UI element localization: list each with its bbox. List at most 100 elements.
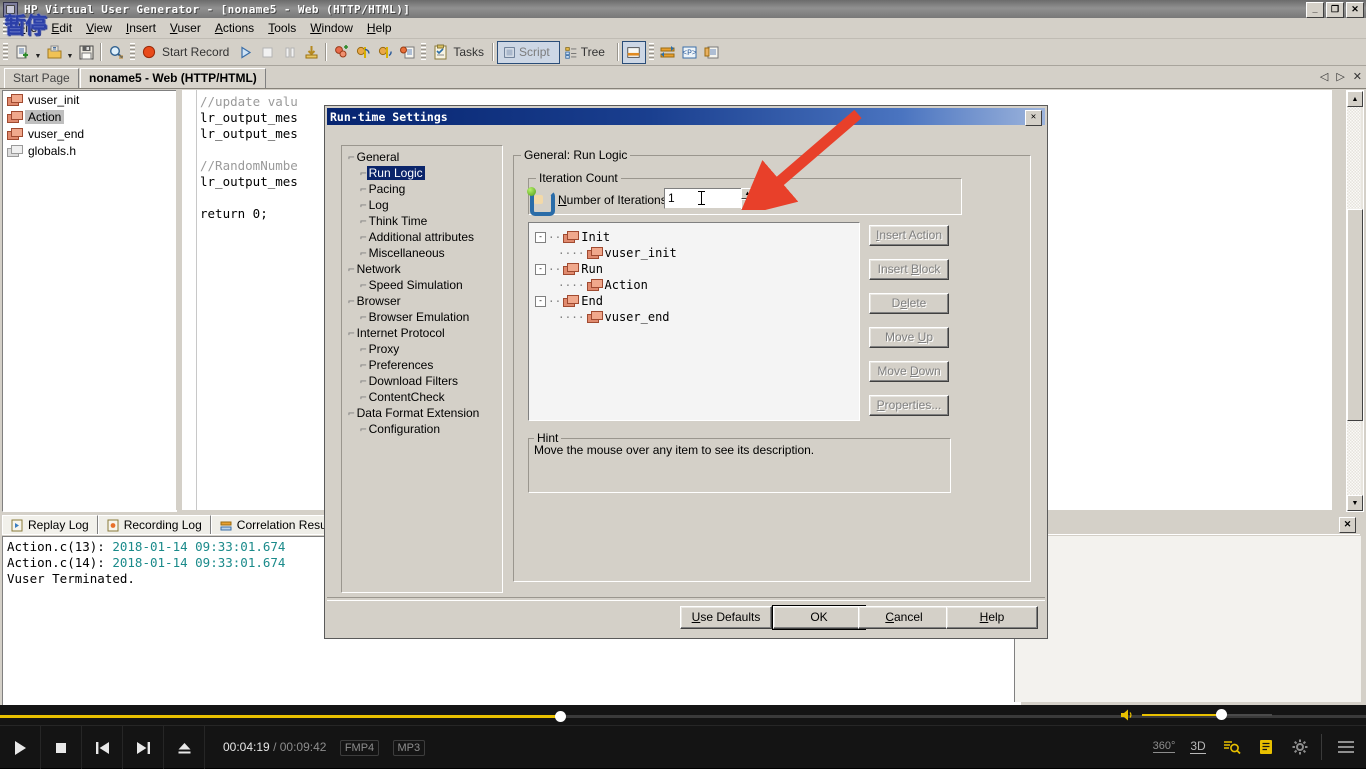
settings-button[interactable] xyxy=(1283,725,1317,768)
delete-button[interactable]: Delete xyxy=(869,293,949,314)
pause-icon[interactable] xyxy=(278,42,300,63)
seek-handle[interactable] xyxy=(555,711,567,722)
tree-view-button[interactable]: Tree xyxy=(560,42,614,63)
tasks-label[interactable]: Tasks xyxy=(451,45,489,59)
run-icon[interactable] xyxy=(234,42,256,63)
nav-item-browser-emulation[interactable]: ⌐ Browser Emulation xyxy=(346,309,502,325)
nav-item-speed-simulation[interactable]: ⌐ Speed Simulation xyxy=(346,277,502,293)
log-panel-close-button[interactable]: ✕ xyxy=(1339,517,1356,533)
new-script-dropdown-icon[interactable]: ▼ xyxy=(33,39,43,66)
snapshot-icon[interactable] xyxy=(374,42,396,63)
spinner-up-icon[interactable]: ▲ xyxy=(741,188,754,199)
run-logic-row-action[interactable]: ···· Action xyxy=(535,277,859,293)
stop-button[interactable] xyxy=(41,726,82,769)
dialog-close-button[interactable]: ✕ xyxy=(1025,110,1042,126)
menu-vuser[interactable]: Vuser xyxy=(163,19,208,37)
use-defaults-button[interactable]: Use Defaults xyxy=(680,606,772,629)
expander-icon[interactable]: - xyxy=(535,231,546,243)
log-tab-correlation[interactable]: Correlation Resu xyxy=(210,515,336,534)
pane-splitter[interactable] xyxy=(176,90,181,510)
menu-help[interactable]: Help xyxy=(360,19,399,37)
explorer-item-vuser-end[interactable]: vuser_end xyxy=(3,125,176,142)
scrollbar-thumb[interactable] xyxy=(1347,209,1363,421)
previous-button[interactable] xyxy=(82,726,123,769)
insert-block-button[interactable]: Insert Block xyxy=(869,259,949,280)
menu-insert[interactable]: Insert xyxy=(119,19,163,37)
log-tab-replay[interactable]: Replay Log xyxy=(2,515,98,534)
run-logic-row-init[interactable]: - ·· Init xyxy=(535,229,859,245)
nav-item-general[interactable]: ⌐ General xyxy=(346,149,502,165)
minimize-button[interactable]: _ xyxy=(1306,2,1324,18)
editor-vertical-scrollbar[interactable]: ▲ ▼ xyxy=(1346,90,1364,512)
expander-icon[interactable]: - xyxy=(535,263,546,275)
next-button[interactable] xyxy=(123,726,164,769)
snapshot-button[interactable] xyxy=(1215,725,1249,768)
toolbar-grip-3[interactable] xyxy=(421,43,427,61)
cancel-button[interactable]: Cancel xyxy=(858,606,950,629)
properties-button[interactable]: Properties... xyxy=(869,395,949,416)
nav-item-network[interactable]: ⌐ Network xyxy=(346,261,502,277)
nav-item-configuration[interactable]: ⌐ Configuration xyxy=(346,421,502,437)
toolbar-grip-2[interactable] xyxy=(130,43,135,61)
nav-item-think-time[interactable]: ⌐ Think Time xyxy=(346,213,502,229)
scroll-up-arrow-icon[interactable]: ▲ xyxy=(1347,91,1363,107)
volume-handle[interactable] xyxy=(1216,709,1227,720)
scroll-down-arrow-icon[interactable]: ▼ xyxy=(1347,495,1363,511)
nav-item-proxy[interactable]: ⌐ Proxy xyxy=(346,341,502,357)
runtime-settings-icon[interactable] xyxy=(330,42,352,63)
parameter-list-icon[interactable] xyxy=(352,42,374,63)
log-tab-recording[interactable]: Recording Log xyxy=(97,515,211,534)
move-down-button[interactable]: Move Down xyxy=(869,361,949,382)
record-indicator-icon[interactable] xyxy=(138,42,160,63)
explorer-item-vuser-init[interactable]: vuser_init xyxy=(3,91,176,108)
stop-icon[interactable] xyxy=(256,42,278,63)
run-logic-row-vuser-init[interactable]: ···· vuser_init xyxy=(535,245,859,261)
nav-item-additional-attributes[interactable]: ⌐ Additional attributes xyxy=(346,229,502,245)
3d-button[interactable]: 3D xyxy=(1181,725,1215,768)
doc-tab-prev-icon[interactable]: ◁ xyxy=(1320,70,1328,83)
nav-item-data-format-extension[interactable]: ⌐ Data Format Extension xyxy=(346,405,502,421)
volume-control[interactable] xyxy=(1120,705,1280,725)
move-up-button[interactable]: Move Up xyxy=(869,327,949,348)
save-icon[interactable] xyxy=(75,42,97,63)
tasks-icon[interactable] xyxy=(429,42,451,63)
nav-item-internet-protocol[interactable]: ⌐ Internet Protocol xyxy=(346,325,502,341)
nav-item-pacing[interactable]: ⌐ Pacing xyxy=(346,181,502,197)
nav-item-contentcheck[interactable]: ⌐ ContentCheck xyxy=(346,389,502,405)
toggle-log-panel-icon[interactable] xyxy=(621,40,646,64)
toolbar-grip-4[interactable] xyxy=(648,43,654,61)
help-button[interactable]: Help xyxy=(946,606,1038,629)
number-of-iterations-input-wrap[interactable]: 1 xyxy=(664,188,751,209)
explorer-item-globals-h[interactable]: globals.h xyxy=(3,142,176,159)
compare-icon[interactable] xyxy=(657,42,679,63)
menu-edit[interactable]: Edit xyxy=(44,19,79,37)
menu-window[interactable]: Window xyxy=(303,19,360,37)
nav-item-download-filters[interactable]: ⌐ Download Filters xyxy=(346,373,502,389)
correlation-icon[interactable] xyxy=(396,42,418,63)
insert-action-button[interactable]: Insert Action xyxy=(869,225,949,246)
search-icon[interactable] xyxy=(105,42,127,63)
play-button[interactable] xyxy=(0,726,41,769)
doc-tab-close-icon[interactable]: ✕ xyxy=(1353,70,1362,83)
open-script-dropdown-icon[interactable]: ▼ xyxy=(65,39,75,66)
nav-item-browser[interactable]: ⌐ Browser xyxy=(346,293,502,309)
nav-item-preferences[interactable]: ⌐ Preferences xyxy=(346,357,502,373)
nav-item-miscellaneous[interactable]: ⌐ Miscellaneous xyxy=(346,245,502,261)
explorer-item-action[interactable]: Action xyxy=(3,108,176,125)
360-button[interactable]: 360° xyxy=(1147,725,1181,768)
volume-icon[interactable] xyxy=(1120,708,1138,722)
nav-item-run-logic[interactable]: ⌐ Run Logic xyxy=(346,165,502,181)
run-logic-row-end[interactable]: - ·· End xyxy=(535,293,859,309)
run-logic-row-vuser-end[interactable]: ···· vuser_end xyxy=(535,309,859,325)
doc-tab-noname5[interactable]: noname5 - Web (HTTP/HTML) xyxy=(80,68,266,88)
spinner-down-icon[interactable]: ▼ xyxy=(741,199,754,210)
start-record-label[interactable]: Start Record xyxy=(160,45,234,59)
ok-button[interactable]: OK xyxy=(772,605,866,630)
compile-icon[interactable] xyxy=(300,42,322,63)
restore-button[interactable]: ❐ xyxy=(1326,2,1344,18)
playlist-button[interactable] xyxy=(1249,725,1283,768)
new-script-icon[interactable] xyxy=(11,42,33,63)
doc-tab-start-page[interactable]: Start Page xyxy=(4,68,79,88)
doc-tab-next-icon[interactable]: ▷ xyxy=(1336,70,1344,83)
menu-actions[interactable]: Actions xyxy=(208,19,261,37)
